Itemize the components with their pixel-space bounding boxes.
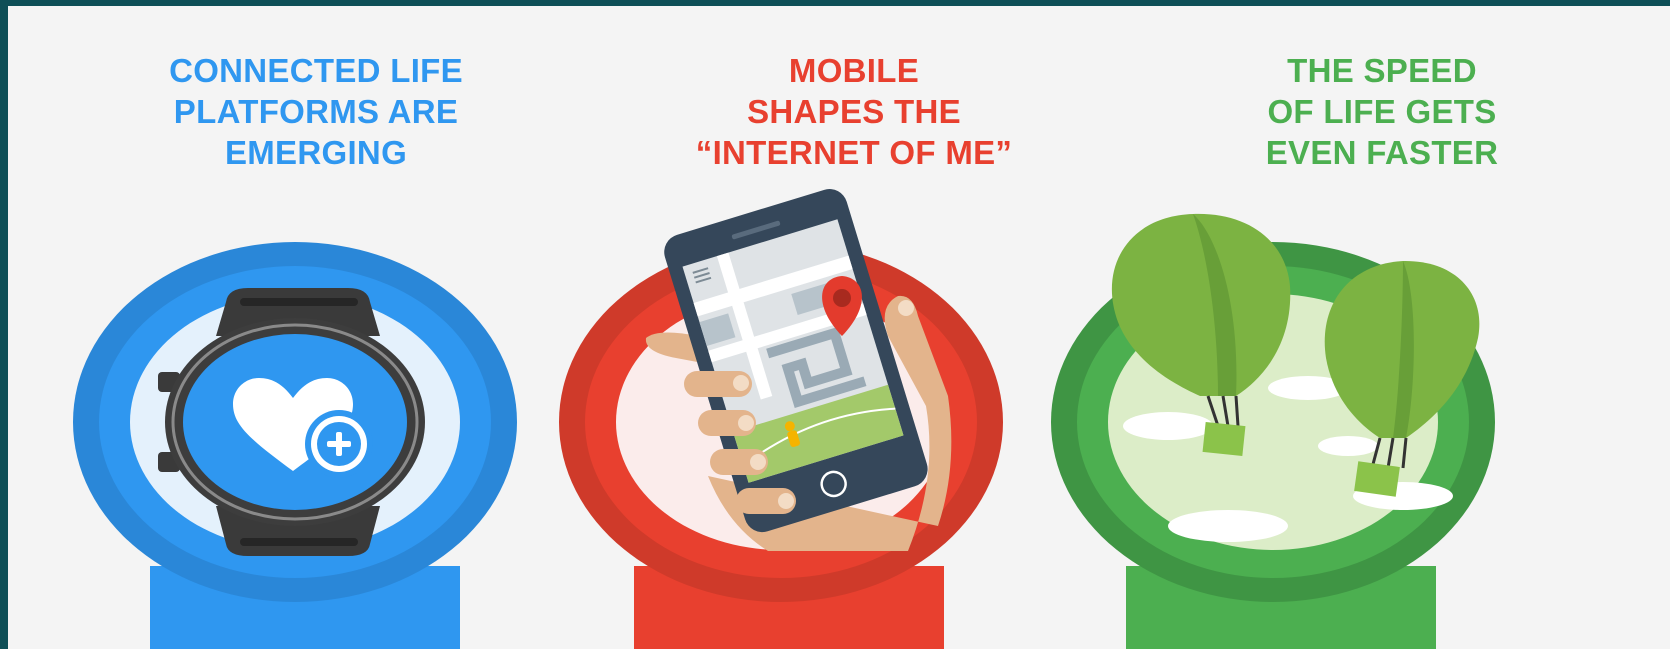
smartwatch-illustration [73, 242, 517, 649]
cloud-1 [1123, 412, 1213, 440]
fingernail-4 [778, 493, 794, 509]
title-line: EMERGING [224, 134, 408, 171]
panel-title-speed-of-life: THE SPEED OF LIFE GETS EVEN FASTER [1172, 50, 1592, 173]
infographic-frame: CONNECTED LIFE PLATFORMS ARE EMERGING MO… [8, 6, 1670, 649]
title-line: THE SPEED [1287, 52, 1477, 89]
title-line: “INTERNET OF ME” [695, 134, 1013, 171]
title-line: EVEN FASTER [1265, 134, 1499, 171]
title-line: OF LIFE GETS [1267, 93, 1497, 130]
balloons-illustration [1051, 213, 1495, 649]
strap-slot-bottom [240, 538, 358, 546]
phone-map-illustration [559, 189, 1003, 649]
panel-title-mobile: MOBILE SHAPES THE “INTERNET OF ME” [644, 50, 1064, 173]
title-line: CONNECTED LIFE [169, 52, 463, 89]
balloon-1-basket [1202, 421, 1246, 457]
strap-slot-top [240, 298, 358, 306]
title-line: MOBILE [788, 52, 920, 89]
fingernail-2 [738, 415, 754, 431]
map-pin-center [833, 289, 851, 307]
cloud-3 [1168, 510, 1288, 542]
fingernail-3 [750, 454, 766, 470]
title-line: PLATFORMS ARE [173, 93, 459, 130]
plus-vertical [336, 432, 342, 456]
fingernail-thumb [898, 300, 914, 316]
title-line: SHAPES THE [747, 93, 961, 130]
fingernail-1 [733, 375, 749, 391]
cloud-5 [1318, 436, 1378, 456]
balloon-2-basket [1354, 461, 1400, 497]
panel-title-connected-life: CONNECTED LIFE PLATFORMS ARE EMERGING [106, 50, 526, 173]
